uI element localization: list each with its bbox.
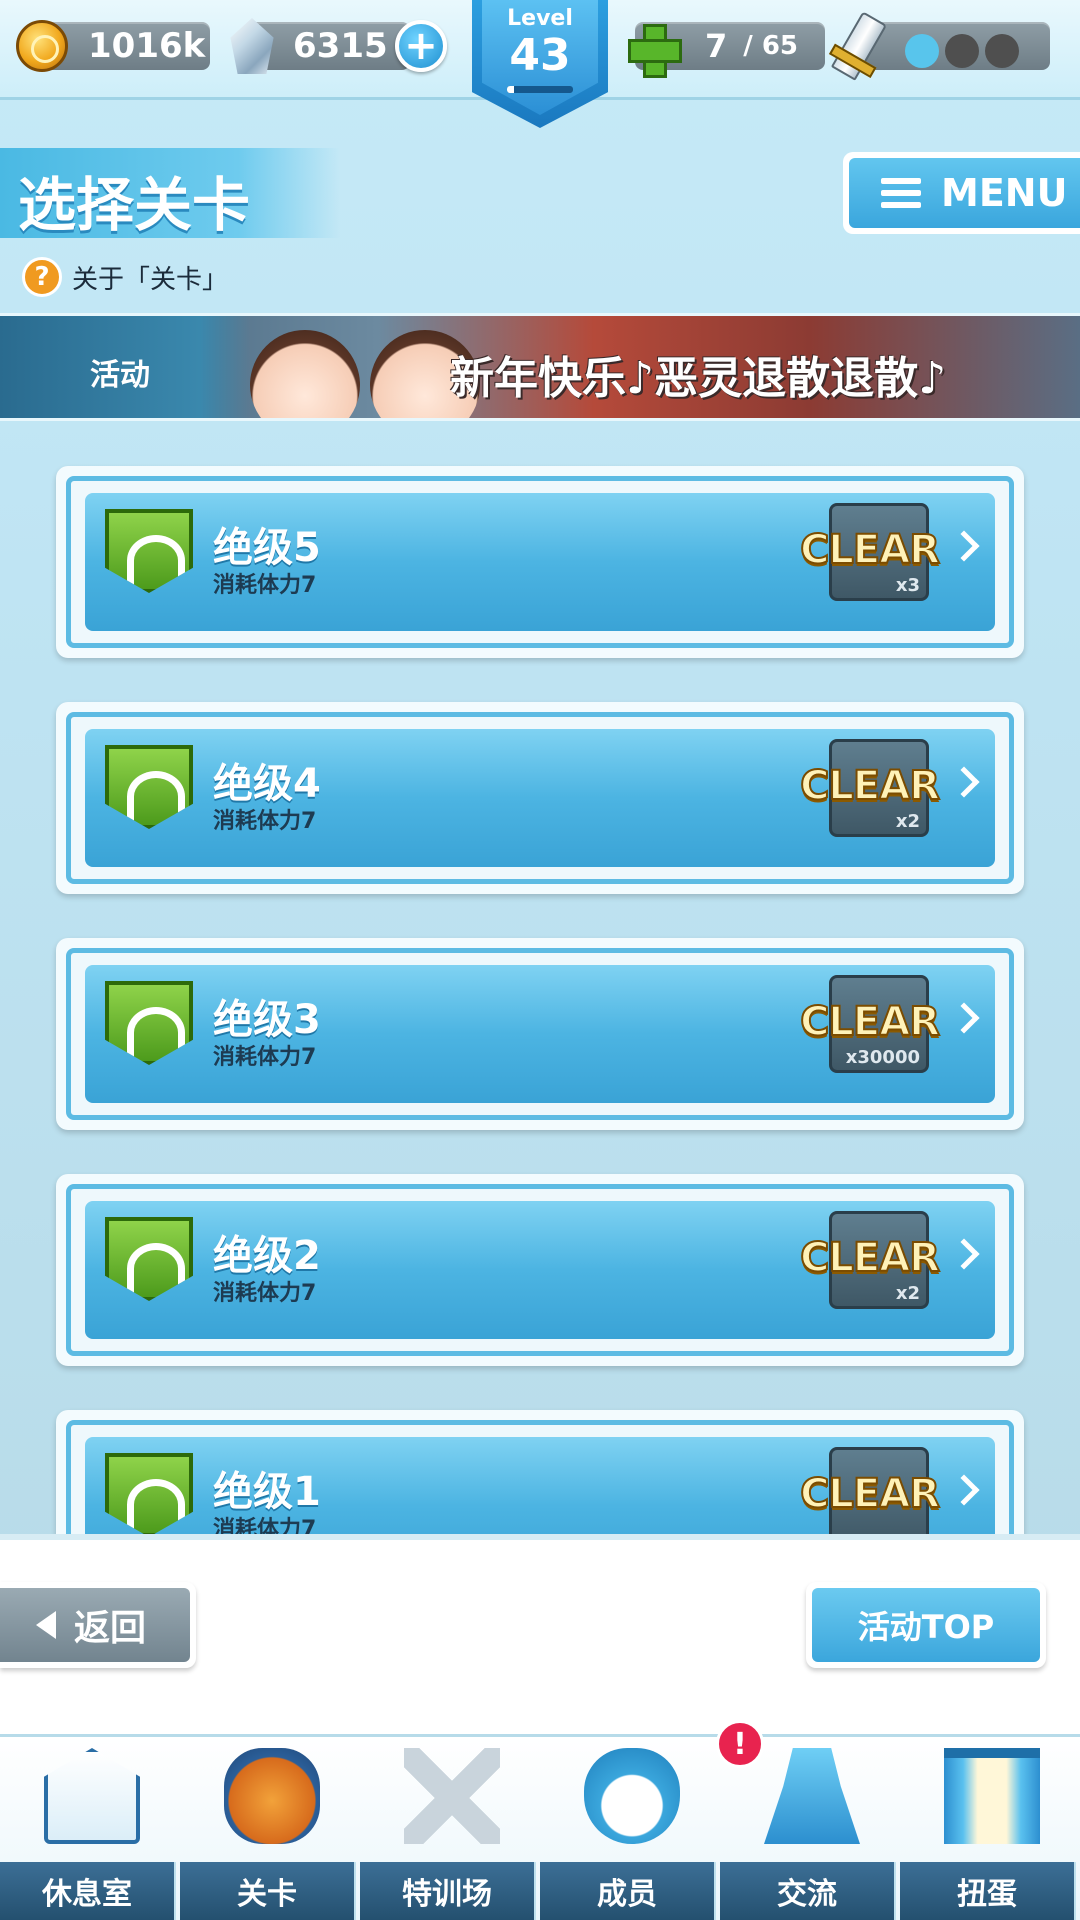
nav-item[interactable]: 成员 [540,1734,716,1920]
menu-label: MENU [941,171,1068,215]
nav-item[interactable]: 休息室 [0,1734,176,1920]
clear-badge: CLEAR [799,526,941,574]
stage-card[interactable]: 绝级5 消耗体力7 x3 CLEAR [56,466,1024,658]
event-tag: 活动 [90,358,150,393]
stage-body: 绝级3 消耗体力7 x30000 CLEAR [85,965,995,1103]
back-button-face: 返回 [0,1588,190,1662]
stage-body: 绝级1 消耗体力7 CLEAR [85,1437,995,1534]
nav-item[interactable]: 扭蛋 [900,1734,1076,1920]
event-top-label: 活动TOP [812,1588,1040,1662]
stage-name: 绝级4 [213,761,321,807]
nav-label: 成员 [540,1862,716,1920]
stage-frame: 绝级1 消耗体力7 CLEAR [66,1420,1014,1534]
reward-quantity: x2 [895,1283,920,1304]
clear-badge: CLEAR [799,1234,941,1282]
reward-quantity: x2 [895,811,920,832]
nav-label: 关卡 [180,1862,356,1920]
stage-body: 绝级4 消耗体力7 x2 CLEAR [85,729,995,867]
stage-card[interactable]: 绝级4 消耗体力7 x2 CLEAR [56,702,1024,894]
help-icon: ? [22,257,62,297]
nav-label: 扭蛋 [900,1862,1076,1920]
stage-cost: 消耗体力7 [213,1045,317,1070]
stage-body: 绝级2 消耗体力7 x2 CLEAR [85,1201,995,1339]
chevron-right-icon [948,766,980,798]
notification-badge: ! [716,1720,764,1768]
sword-charge-dot [945,34,979,68]
crossed-swords-icon [404,1748,500,1844]
coin-amount: 1016k [88,26,206,66]
stage-body: 绝级5 消耗体力7 x3 CLEAR [85,493,995,631]
level-progress-fill [507,86,514,93]
school-icon [44,1748,140,1844]
nav-label: 特训场 [360,1862,536,1920]
stage-name: 绝级1 [213,1469,321,1515]
nav-label: 交流 [720,1862,896,1920]
stamina-current: 7 [705,27,728,65]
difficulty-shield-icon [105,509,193,593]
nav-item[interactable]: 特训场 [360,1734,536,1920]
sword-charge-dot [905,34,939,68]
character-portrait [250,330,360,418]
difficulty-shield-icon [105,1217,193,1301]
stage-card[interactable]: 绝级3 消耗体力7 x30000 CLEAR [56,938,1024,1130]
clear-badge: CLEAR [799,762,941,810]
menu-button-face: MENU [849,158,1080,228]
stamina-plus-icon[interactable] [628,24,682,78]
stage-cost: 消耗体力7 [213,1517,317,1534]
stage-frame: 绝级2 消耗体力7 x2 CLEAR [66,1184,1014,1356]
chevron-right-icon [948,1002,980,1034]
event-top-button[interactable]: 活动TOP [806,1582,1046,1668]
chevron-right-icon [948,530,980,562]
reward-quantity: x3 [895,575,920,596]
page-title: 选择关卡 [18,171,251,239]
buy-gems-button[interactable]: + [395,20,447,72]
help-text: 关于「关卡」 [72,264,229,295]
chevron-right-icon [948,1474,980,1506]
help-link[interactable]: ? 关于「关卡」 [22,256,228,298]
stage-card[interactable]: 绝级1 消耗体力7 CLEAR [56,1410,1024,1534]
back-button[interactable]: 返回 [0,1582,196,1668]
sword-charge-dot [985,34,1019,68]
curtain-icon [944,1748,1040,1844]
stage-card[interactable]: 绝级2 消耗体力7 x2 CLEAR [56,1174,1024,1366]
stage-cost: 消耗体力7 [213,809,317,834]
difficulty-shield-icon [105,745,193,829]
reward-quantity: x30000 [845,1047,920,1068]
stage-cost: 消耗体力7 [213,573,317,598]
stage-name: 绝级5 [213,525,321,571]
stage-cost: 消耗体力7 [213,1281,317,1306]
clear-badge: CLEAR [799,1470,941,1518]
demon-icon [224,1748,320,1844]
level-label: Level [507,6,573,31]
event-banner[interactable]: 活动 新年快乐♪恶灵退散退散♪ [0,313,1080,421]
stage-frame: 绝级3 消耗体力7 x30000 CLEAR [66,948,1014,1120]
nav-item[interactable]: 关卡 [180,1734,356,1920]
gem-amount: 6315 [293,26,388,66]
hamburger-icon [881,178,921,208]
stage-frame: 绝级5 消耗体力7 x3 CLEAR [66,476,1014,648]
stage-frame: 绝级4 消耗体力7 x2 CLEAR [66,712,1014,884]
stage-name: 绝级2 [213,1233,321,1279]
difficulty-shield-icon [105,981,193,1065]
menu-button[interactable]: MENU [843,152,1080,234]
coin-icon [16,20,68,72]
difficulty-shield-icon [105,1453,193,1534]
dress-icon [764,1748,860,1844]
back-arrow-icon [36,1611,56,1639]
clear-badge: CLEAR [799,998,941,1046]
stage-name: 绝级3 [213,997,321,1043]
cat-mascot-icon [584,1748,680,1844]
level-progress-bar [507,86,573,93]
nav-label: 休息室 [0,1862,176,1920]
chevron-right-icon [948,1238,980,1270]
event-title: 新年快乐♪恶灵退散退散♪ [450,353,947,404]
back-label: 返回 [74,1608,147,1649]
stage-list[interactable]: 绝级5 消耗体力7 x3 CLEAR 绝级4 消耗体力7 x2 CLEAR 绝级3 消耗体力7 x3… [0,424,1080,1534]
level-number: 43 [509,30,571,81]
stamina-max: / 65 [743,31,798,61]
